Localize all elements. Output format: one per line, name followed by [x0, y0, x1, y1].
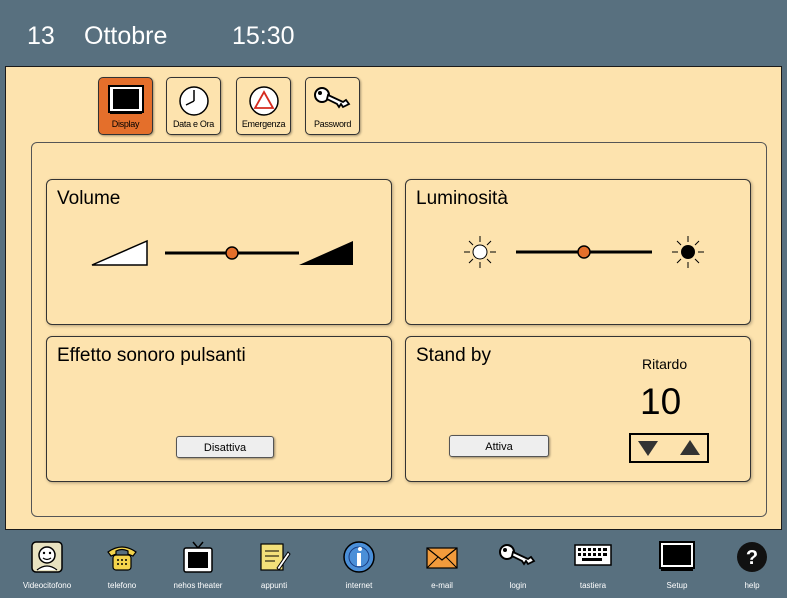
- volume-knob[interactable]: [225, 246, 239, 260]
- notepad-icon: [260, 543, 291, 571]
- phone-icon: [107, 546, 137, 571]
- dock-label: help: [744, 581, 760, 590]
- brightness-title: Luminosità: [416, 188, 508, 209]
- dock-nehos-theater[interactable]: nehos theater: [163, 535, 233, 598]
- dock-e-mail[interactable]: e-mail: [407, 535, 477, 598]
- dock-label: Videocitofono: [22, 581, 72, 590]
- disable-sound-button[interactable]: Disattiva: [176, 436, 274, 458]
- volume-title: Volume: [57, 188, 121, 209]
- clock-icon: [178, 86, 209, 116]
- tab-password[interactable]: Password: [305, 77, 360, 135]
- dock-login[interactable]: login: [483, 535, 553, 598]
- tab-label: Emergenza: [241, 119, 286, 129]
- brightness-panel: Luminosità: [405, 179, 751, 325]
- date-month: Ottobre: [84, 22, 168, 50]
- dock-setup[interactable]: Setup: [642, 535, 712, 598]
- dock-label: tastiera: [579, 581, 607, 590]
- tab-date-time[interactable]: Data e Ora: [166, 77, 221, 135]
- info-icon: [343, 541, 375, 573]
- svg-text:?: ?: [746, 547, 758, 569]
- volume-slider[interactable]: [87, 235, 357, 271]
- display-settings-panel: Volume Luminosità Effetto sonoro pulsant…: [31, 142, 767, 517]
- dock-appunti[interactable]: appunti: [239, 535, 309, 598]
- top-bar: 13 Ottobre 15:30: [0, 0, 787, 62]
- dock-label: telefono: [107, 581, 137, 590]
- sun-low-icon: [464, 236, 496, 268]
- sun-high-icon: [672, 236, 704, 268]
- bottom-dock: Videocitofono telefono nehos theater app…: [0, 535, 787, 598]
- volume-panel: Volume: [46, 179, 392, 325]
- tab-display[interactable]: Display: [98, 77, 153, 135]
- button-sound-title: Effetto sonoro pulsanti: [57, 345, 246, 366]
- volume-high-icon: [299, 241, 353, 265]
- dock-tastiera[interactable]: tastiera: [558, 535, 628, 598]
- tab-label: Display: [111, 119, 140, 129]
- dock-label: e-mail: [431, 581, 453, 590]
- standby-panel: Stand by Attiva Ritardo 10: [405, 336, 751, 482]
- delay-value: 10: [640, 381, 682, 422]
- dock-telefono[interactable]: telefono: [87, 535, 157, 598]
- warning-triangle-icon: [248, 86, 279, 116]
- increase-delay-button[interactable]: [679, 439, 701, 457]
- envelope-icon: [426, 547, 458, 569]
- dock-label: Setup: [666, 581, 688, 590]
- key-icon: [313, 87, 350, 109]
- monitor-icon: [107, 85, 144, 114]
- dock-internet[interactable]: internet: [324, 535, 394, 598]
- face-icon: [31, 541, 63, 573]
- dock-label: appunti: [260, 581, 288, 590]
- dock-videocitofono[interactable]: Videocitofono: [12, 535, 82, 598]
- button-sound-panel: Effetto sonoro pulsanti Disattiva: [46, 336, 392, 482]
- dock-help[interactable]: ? help: [717, 535, 787, 598]
- tab-label: Password: [313, 119, 352, 129]
- volume-low-icon: [91, 239, 148, 266]
- keyboard-icon: [574, 544, 612, 566]
- key-icon: [499, 544, 536, 566]
- dock-label: internet: [345, 581, 373, 590]
- tab-emergency[interactable]: Emergenza: [236, 77, 291, 135]
- standby-title: Stand by: [416, 345, 491, 366]
- decrease-delay-button[interactable]: [637, 439, 659, 457]
- tab-label: Data e Ora: [172, 119, 215, 129]
- activate-standby-button[interactable]: Attiva: [449, 435, 549, 457]
- dock-label: nehos theater: [173, 581, 223, 590]
- help-icon: ?: [737, 542, 767, 572]
- dock-label: login: [509, 581, 527, 590]
- clock-time: 15:30: [232, 22, 295, 50]
- delay-label: Ritardo: [642, 356, 688, 372]
- brightness-knob[interactable]: [577, 245, 591, 259]
- date-day: 13: [27, 22, 55, 50]
- brightness-slider[interactable]: [456, 232, 716, 272]
- delay-stepper: [629, 433, 709, 463]
- settings-window: Display Data e Ora Emergenza Password Vo…: [5, 66, 782, 530]
- monitor-icon: [659, 541, 695, 571]
- tv-icon: [183, 541, 213, 573]
